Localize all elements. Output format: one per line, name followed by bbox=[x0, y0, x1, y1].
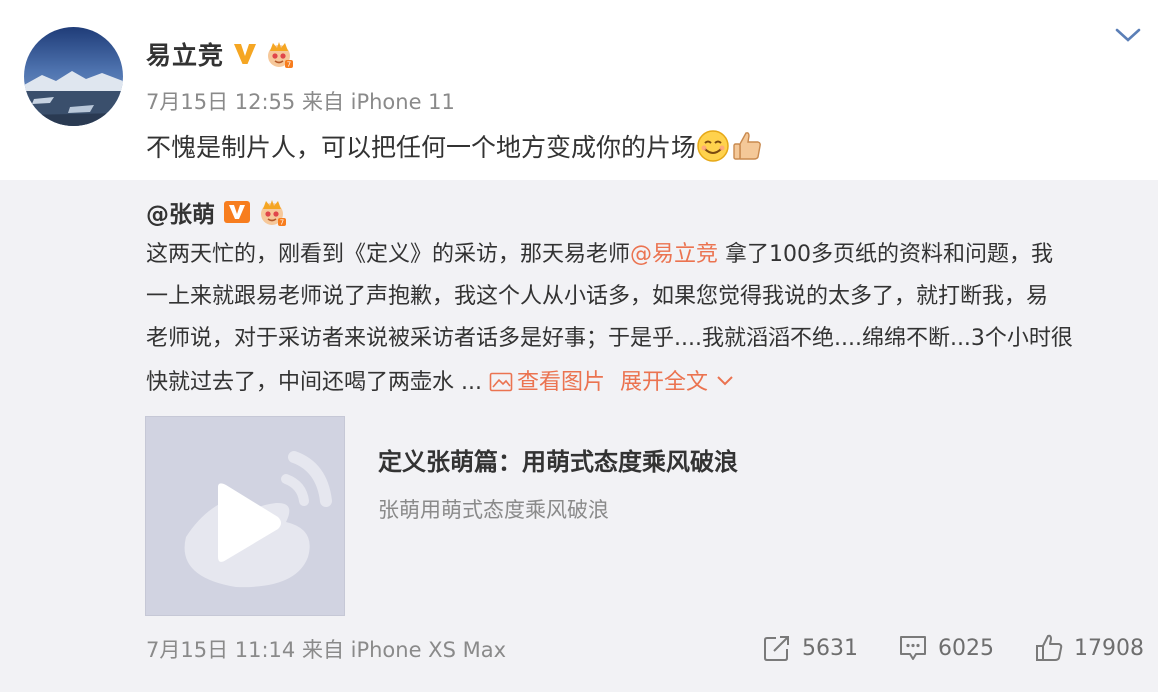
repost-text-segment: 拿了100多页纸的资料和问题，我 bbox=[718, 242, 1054, 267]
video-card-thumbnail[interactable] bbox=[145, 416, 345, 616]
repost-author: @张萌 7 bbox=[146, 195, 287, 229]
weibo-play-icon bbox=[184, 451, 332, 588]
like-button[interactable]: 17908 bbox=[1034, 633, 1144, 663]
image-icon bbox=[489, 365, 513, 392]
repost-meta: 7月15日 11:14 来自 iPhone XS Max bbox=[146, 638, 506, 662]
like-icon bbox=[1036, 634, 1063, 661]
svg-text:7: 7 bbox=[280, 219, 284, 227]
verified-v-icon bbox=[232, 41, 258, 67]
author-name[interactable]: 易立竞 bbox=[146, 36, 224, 72]
post-meta: 7月15日 12:55 来自 iPhone 11 bbox=[146, 90, 455, 114]
like-count: 17908 bbox=[1074, 635, 1144, 661]
chevron-down-icon bbox=[716, 360, 734, 386]
repost-count: 5631 bbox=[802, 635, 858, 661]
avatar[interactable] bbox=[24, 27, 123, 126]
video-card-subtitle: 张萌用萌式态度乘风破浪 bbox=[378, 498, 609, 522]
repost-line: 一上来就跟易老师说了声抱歉，我这个人从小话多，如果您觉得我说的太多了，就打断我，… bbox=[146, 284, 1049, 309]
comment-button[interactable]: 6025 bbox=[898, 633, 994, 663]
repost-line: 这两天忙的，刚看到《定义》的采访，那天易老师@易立竞 拿了100多页纸的资料和问… bbox=[146, 234, 1146, 276]
thumbs-up-emoji-icon bbox=[730, 129, 764, 163]
comment-icon bbox=[900, 636, 926, 660]
verified-v-icon bbox=[223, 200, 251, 224]
repost-line: 老师说，对于采访者来说被采访者话多是好事；于是乎....我就滔滔不绝....绵绵… bbox=[146, 326, 1073, 351]
smile-emoji-icon bbox=[696, 129, 730, 163]
weibo-post: 易立竞 7 7月15日 12:55 来自 iPhone 11 不愧是制片人，可以 bbox=[0, 0, 1158, 692]
video-card-title[interactable]: 定义张萌篇：用萌式态度乘风破浪 bbox=[378, 442, 738, 477]
repost-icon bbox=[764, 636, 789, 661]
chevron-down-icon[interactable] bbox=[1114, 24, 1142, 46]
action-bar: 5631 6025 17908 bbox=[722, 630, 1144, 666]
view-images-label: 查看图片 bbox=[516, 370, 605, 395]
mention-link[interactable]: @易立竞 bbox=[630, 242, 718, 267]
repost-text-segment: 快就过去了，中间还喝了两壶水 ... bbox=[146, 370, 482, 395]
comment-count: 6025 bbox=[938, 635, 994, 661]
crown-badge-icon[interactable]: 7 bbox=[264, 39, 294, 69]
repost-text: 这两天忙的，刚看到《定义》的采访，那天易老师@易立竞 拿了100多页纸的资料和问… bbox=[146, 234, 1146, 402]
expand-label: 展开全文 bbox=[620, 370, 709, 395]
repost-button[interactable]: 5631 bbox=[762, 633, 858, 663]
svg-text:7: 7 bbox=[287, 61, 291, 69]
view-images-link[interactable]: 查看图片 bbox=[489, 370, 612, 395]
repost-text-segment: 这两天忙的，刚看到《定义》的采访，那天易老师 bbox=[146, 242, 631, 267]
post-text-content: 不愧是制片人，可以把任何一个地方变成你的片场 bbox=[146, 133, 697, 162]
repost-line: 快就过去了，中间还喝了两壶水 ... 查看图片 展开全文 bbox=[146, 360, 1146, 402]
crown-badge-icon[interactable]: 7 bbox=[257, 197, 287, 227]
expand-full-text-link[interactable]: 展开全文 bbox=[620, 370, 734, 395]
post-text: 不愧是制片人，可以把任何一个地方变成你的片场 bbox=[146, 126, 764, 166]
post-author: 易立竞 7 bbox=[146, 36, 294, 72]
repost-author-name[interactable]: @张萌 bbox=[146, 195, 215, 229]
